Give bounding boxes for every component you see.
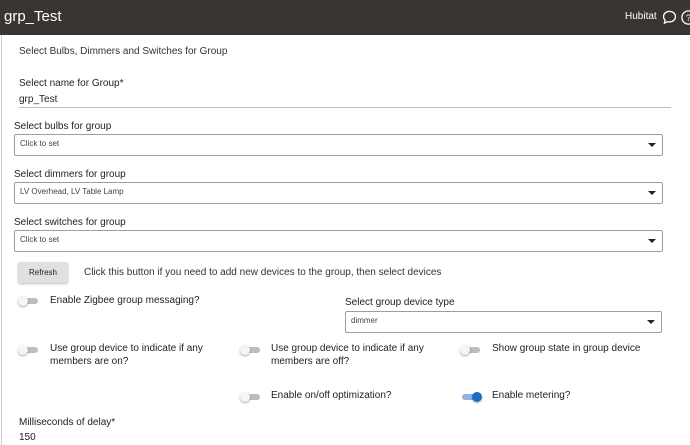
toggle-knob bbox=[472, 392, 482, 402]
delay-input[interactable]: 150 bbox=[19, 432, 36, 443]
zigbee-label: Enable Zigbee group messaging? bbox=[50, 295, 200, 306]
dimmers-select[interactable]: LV Overhead, LV Table Lamp bbox=[14, 182, 663, 204]
chevron-down-icon bbox=[648, 239, 656, 243]
onoff-optimization-toggle[interactable] bbox=[240, 391, 262, 403]
left-divider bbox=[1, 35, 2, 445]
device-type-label: Select group device type bbox=[345, 297, 455, 308]
dimmers-label: Select dimmers for group bbox=[14, 169, 126, 180]
switches-label: Select switches for group bbox=[14, 217, 126, 228]
bulbs-label: Select bulbs for group bbox=[14, 121, 112, 132]
indicate-on-label-line2: members are on? bbox=[50, 356, 129, 367]
refresh-hint: Click this button if you need to add new… bbox=[84, 267, 442, 278]
switches-select-value: Click to set bbox=[20, 235, 60, 244]
chevron-down-icon bbox=[648, 143, 656, 147]
indicate-off-label-line2: members are off? bbox=[271, 356, 350, 367]
metering-toggle[interactable] bbox=[460, 391, 482, 403]
refresh-button[interactable]: Refresh bbox=[18, 262, 68, 283]
indicate-off-label-line1: Use group device to indicate if any bbox=[271, 343, 424, 354]
hubitat-home-link[interactable]: Hubitat bbox=[625, 11, 657, 22]
toggle-knob bbox=[18, 345, 28, 355]
delay-label: Milliseconds of delay* bbox=[19, 417, 116, 428]
onoff-optimization-label: Enable on/off optimization? bbox=[271, 390, 392, 401]
device-type-value: dimmer bbox=[351, 316, 378, 325]
toggle-knob bbox=[18, 296, 28, 306]
zigbee-toggle[interactable] bbox=[18, 295, 40, 307]
switches-select[interactable]: Click to set bbox=[14, 230, 663, 252]
page-title: grp_Test bbox=[4, 8, 62, 25]
device-type-select[interactable]: dimmer bbox=[345, 311, 662, 333]
top-app-bar: grp_Test Hubitat ? bbox=[0, 0, 690, 35]
help-icon[interactable]: ? bbox=[680, 9, 690, 26]
toggle-knob bbox=[240, 345, 250, 355]
dimmers-select-value: LV Overhead, LV Table Lamp bbox=[20, 187, 124, 196]
show-state-toggle[interactable] bbox=[460, 344, 482, 356]
toggle-knob bbox=[460, 345, 470, 355]
indicate-on-label-line1: Use group device to indicate if any bbox=[50, 343, 203, 354]
chevron-down-icon bbox=[648, 191, 656, 195]
indicate-on-toggle[interactable] bbox=[18, 344, 40, 356]
svg-text:?: ? bbox=[686, 13, 690, 24]
section-intro: Select Bulbs, Dimmers and Switches for G… bbox=[19, 46, 228, 57]
indicate-off-toggle[interactable] bbox=[240, 344, 262, 356]
chat-icon[interactable] bbox=[661, 9, 678, 26]
chevron-down-icon bbox=[647, 320, 655, 324]
bulbs-select[interactable]: Click to set bbox=[14, 134, 663, 156]
group-name-input[interactable]: grp_Test bbox=[19, 93, 671, 108]
toggle-knob bbox=[240, 392, 250, 402]
metering-label: Enable metering? bbox=[492, 390, 571, 401]
show-state-label: Show group state in group device bbox=[492, 343, 641, 354]
bulbs-select-value: Click to set bbox=[20, 139, 60, 148]
group-name-value: grp_Test bbox=[19, 94, 58, 105]
group-name-label: Select name for Group* bbox=[19, 78, 124, 89]
